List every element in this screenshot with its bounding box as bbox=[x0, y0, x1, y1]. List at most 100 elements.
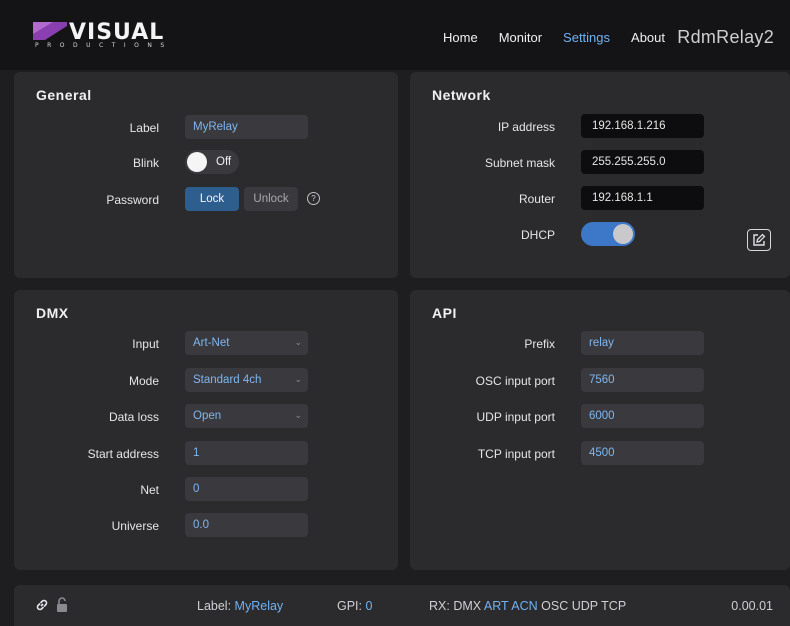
footer-label-value: MyRelay bbox=[234, 599, 284, 613]
nav-monitor[interactable]: Monitor bbox=[499, 30, 542, 45]
password-row: Password Lock Unlock ? bbox=[14, 187, 398, 211]
app-window: VISUAL PRODUCTIONS Home Monitor Settings… bbox=[0, 0, 790, 626]
chevron-down-icon: ⌄ bbox=[294, 410, 302, 420]
universe-label: Universe bbox=[111, 519, 159, 533]
net-label: Net bbox=[140, 483, 159, 497]
udp-label: UDP input port bbox=[476, 410, 556, 424]
lock-open-icon[interactable] bbox=[56, 597, 68, 616]
dhcp-row: DHCP bbox=[410, 222, 790, 246]
mode-row: Mode Standard 4ch ⌄ bbox=[14, 368, 398, 392]
label-row: Label MyRelay bbox=[14, 115, 398, 139]
tcp-row: TCP input port 4500 bbox=[410, 441, 790, 465]
footer-gpi-key: GPI: bbox=[337, 599, 363, 613]
general-panel: General Label MyRelay Blink Off Password… bbox=[14, 72, 398, 278]
main-nav: Home Monitor Settings About bbox=[443, 30, 686, 45]
prefix-label: Prefix bbox=[524, 337, 555, 351]
dmx-title: DMX bbox=[36, 305, 69, 321]
link-icon[interactable] bbox=[34, 597, 50, 616]
universe-input[interactable]: 0.0 bbox=[185, 513, 308, 537]
dhcp-toggle-knob bbox=[613, 224, 633, 244]
nav-home[interactable]: Home bbox=[443, 30, 478, 45]
brand-logo[interactable]: VISUAL PRODUCTIONS bbox=[33, 20, 173, 54]
start-input[interactable]: 1 bbox=[185, 441, 308, 465]
udp-input[interactable]: 6000 bbox=[581, 404, 704, 428]
input-select[interactable]: Art-Net ⌄ bbox=[185, 331, 308, 355]
password-label: Password bbox=[106, 193, 159, 207]
input-select-value: Art-Net bbox=[193, 337, 230, 349]
status-bar: Label: MyRelay GPI: 0 RX: DMX ART ACN OS… bbox=[14, 585, 790, 626]
udp-row: UDP input port 6000 bbox=[410, 404, 790, 428]
nav-about[interactable]: About bbox=[631, 30, 665, 45]
subnet-row: Subnet mask 255.255.255.0 bbox=[410, 150, 790, 174]
brand-tagline: PRODUCTIONS bbox=[35, 42, 173, 49]
ip-row: IP address 192.168.1.216 bbox=[410, 114, 790, 138]
footer-rx-key: RX: bbox=[429, 599, 450, 613]
lock-button[interactable]: Lock bbox=[185, 187, 239, 211]
subnet-input[interactable]: 255.255.255.0 bbox=[581, 150, 704, 174]
input-label: Input bbox=[132, 337, 159, 351]
footer-rx: RX: DMX ART ACN OSC UDP TCP bbox=[429, 599, 626, 613]
dataloss-label: Data loss bbox=[108, 410, 159, 424]
logo-mark-icon bbox=[33, 22, 67, 40]
dataloss-select[interactable]: Open ⌄ bbox=[185, 404, 308, 428]
subnet-label: Subnet mask bbox=[484, 156, 555, 170]
firmware-version: 0.00.01 bbox=[731, 599, 773, 613]
rx-dmx: DMX bbox=[453, 599, 482, 613]
mode-select[interactable]: Standard 4ch ⌄ bbox=[185, 368, 308, 392]
blink-state: Off bbox=[216, 156, 232, 168]
osc-label: OSC input port bbox=[475, 374, 555, 388]
dataloss-select-value: Open bbox=[193, 410, 222, 422]
label-label: Label bbox=[129, 121, 159, 135]
header: VISUAL PRODUCTIONS Home Monitor Settings… bbox=[0, 0, 790, 70]
universe-row: Universe 0.0 bbox=[14, 513, 398, 537]
start-label: Start address bbox=[87, 447, 159, 461]
footer-gpi: GPI: 0 bbox=[337, 599, 372, 613]
dhcp-label: DHCP bbox=[520, 228, 555, 242]
device-name: RdmRelay2 bbox=[677, 27, 774, 47]
footer-gpi-value: 0 bbox=[365, 599, 373, 613]
help-icon[interactable]: ? bbox=[307, 192, 320, 205]
api-title: API bbox=[432, 305, 457, 321]
general-title: General bbox=[36, 87, 92, 103]
input-row: Input Art-Net ⌄ bbox=[14, 331, 398, 355]
ip-label: IP address bbox=[497, 120, 555, 134]
blink-toggle-knob bbox=[187, 152, 207, 172]
api-panel: API Prefix relay OSC input port 7560 UDP… bbox=[410, 290, 790, 570]
footer-label: Label: MyRelay bbox=[197, 599, 283, 613]
rx-art: ART bbox=[483, 599, 509, 613]
router-label: Router bbox=[518, 192, 555, 206]
network-panel: Network IP address 192.168.1.216 Subnet … bbox=[410, 72, 790, 278]
network-title: Network bbox=[432, 87, 491, 103]
footer-label-key: Label: bbox=[197, 599, 232, 613]
chevron-down-icon: ⌄ bbox=[294, 374, 302, 384]
rx-tcp: TCP bbox=[601, 599, 627, 613]
osc-row: OSC input port 7560 bbox=[410, 368, 790, 392]
rx-udp: UDP bbox=[571, 599, 598, 613]
blink-row: Blink Off bbox=[14, 150, 398, 174]
edit-pencil-icon bbox=[753, 233, 766, 246]
chevron-down-icon: ⌄ bbox=[294, 337, 302, 347]
prefix-input[interactable]: relay bbox=[581, 331, 704, 355]
mode-label: Mode bbox=[128, 374, 159, 388]
net-input[interactable]: 0 bbox=[185, 477, 308, 501]
tcp-label: TCP input port bbox=[477, 447, 555, 461]
mode-select-value: Standard 4ch bbox=[193, 374, 262, 386]
blink-label: Blink bbox=[132, 156, 159, 170]
router-row: Router 192.168.1.1 bbox=[410, 186, 790, 210]
start-row: Start address 1 bbox=[14, 441, 398, 465]
tcp-input[interactable]: 4500 bbox=[581, 441, 704, 465]
edit-icon[interactable] bbox=[747, 229, 771, 251]
label-input[interactable]: MyRelay bbox=[185, 115, 308, 139]
rx-acn: ACN bbox=[511, 599, 538, 613]
dhcp-toggle[interactable] bbox=[581, 222, 635, 246]
prefix-row: Prefix relay bbox=[410, 331, 790, 355]
osc-input[interactable]: 7560 bbox=[581, 368, 704, 392]
net-row: Net 0 bbox=[14, 477, 398, 501]
unlock-button[interactable]: Unlock bbox=[244, 187, 298, 211]
blink-toggle[interactable]: Off bbox=[185, 150, 239, 174]
nav-settings[interactable]: Settings bbox=[563, 30, 610, 45]
ip-input[interactable]: 192.168.1.216 bbox=[581, 114, 704, 138]
dmx-panel: DMX Input Art-Net ⌄ Mode Standard 4ch ⌄ … bbox=[14, 290, 398, 570]
dataloss-row: Data loss Open ⌄ bbox=[14, 404, 398, 428]
router-input[interactable]: 192.168.1.1 bbox=[581, 186, 704, 210]
